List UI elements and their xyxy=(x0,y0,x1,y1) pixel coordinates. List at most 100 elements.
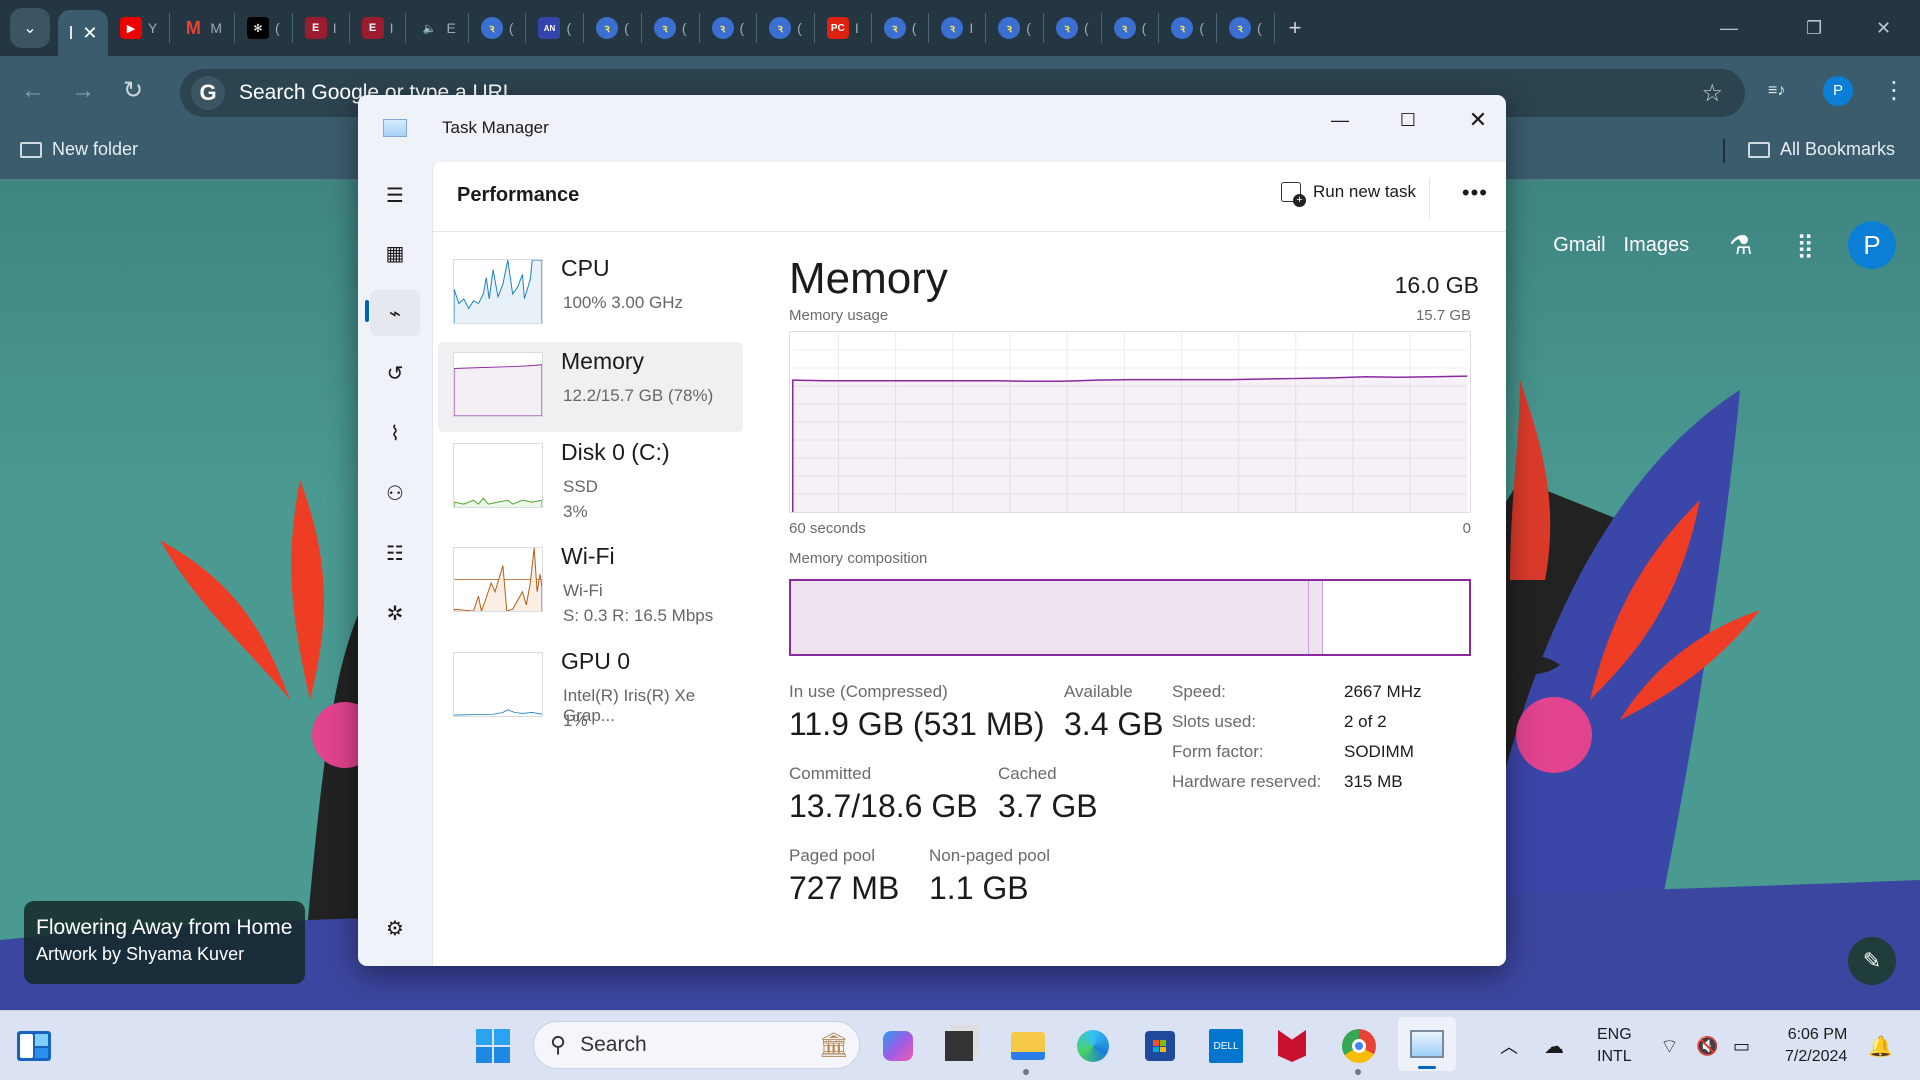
copilot-icon[interactable] xyxy=(876,1024,920,1068)
device-wifi[interactable]: Wi-Fi Wi-Fi S: 0.3 R: 16.5 Mbps xyxy=(438,537,743,627)
tab-title: ( xyxy=(911,20,917,36)
spec-form-factor-label: Form factor: xyxy=(1172,742,1264,761)
browser-tab[interactable]: ꝛ( xyxy=(584,13,642,43)
profile-avatar[interactable]: P xyxy=(1823,75,1853,106)
browser-tab[interactable]: ꝛ( xyxy=(872,13,930,43)
browser-tab[interactable]: EI xyxy=(293,13,350,43)
folder-icon xyxy=(1748,141,1770,158)
widgets-icon[interactable] xyxy=(12,1024,56,1068)
nav-app-history-icon[interactable]: ↺ xyxy=(370,350,420,396)
spec-hw-reserved-value: 315 MB xyxy=(1344,772,1403,791)
minimize-button[interactable]: — xyxy=(1305,95,1375,145)
task-manager-titlebar[interactable]: Task Manager — ☐ ✕ xyxy=(358,95,1506,162)
browser-restore-button[interactable]: ❐ xyxy=(1806,0,1822,56)
clock[interactable]: 6:06 PM 7/2/2024 xyxy=(1785,1011,1847,1080)
images-link[interactable]: Images xyxy=(1624,234,1690,257)
nav-processes-icon[interactable]: ▦ xyxy=(370,230,420,276)
maximize-button[interactable]: ☐ xyxy=(1373,95,1443,145)
spec-speed-label: Speed: xyxy=(1172,682,1226,701)
performance-page: Performance Run new task ••• CPU 100% 3.… xyxy=(432,162,1506,966)
browser-tab[interactable]: ✻( xyxy=(235,13,293,43)
browser-tab[interactable]: 🔈 E xyxy=(406,13,469,43)
new-tab-button[interactable]: + xyxy=(1289,15,1302,41)
battery-charging-icon[interactable]: ▭ xyxy=(1733,1011,1750,1080)
nav-performance-icon[interactable]: ⌁ xyxy=(370,290,420,336)
nav-startup-apps-icon[interactable]: ⌇ xyxy=(370,410,420,456)
device-memory[interactable]: Memory 12.2/15.7 GB (78%) xyxy=(438,342,743,432)
reload-button[interactable]: ↻ xyxy=(108,76,158,105)
browser-menu-icon[interactable]: ⋮ xyxy=(1882,56,1906,125)
browser-close-button[interactable]: ✕ xyxy=(1876,0,1891,56)
customize-chrome-button[interactable]: ✎ xyxy=(1848,937,1896,985)
forward-button[interactable]: → xyxy=(58,77,108,105)
taskbar-search[interactable]: ⚲ Search 🏛 xyxy=(533,1021,860,1069)
active-tab[interactable]: I ✕ xyxy=(58,10,108,56)
spec-slots-value: 2 of 2 xyxy=(1344,712,1387,731)
nav-users-icon[interactable]: ⚇ xyxy=(370,470,420,516)
anphat-icon: AN xyxy=(538,17,561,39)
gmail-link[interactable]: Gmail xyxy=(1553,234,1605,257)
browser-tab[interactable]: ꝛI xyxy=(929,13,987,43)
media-control-icon[interactable]: ≡♪ xyxy=(1768,56,1785,125)
ntp-profile-avatar[interactable]: P xyxy=(1848,221,1896,269)
more-options-icon[interactable]: ••• xyxy=(1462,180,1488,206)
browser-tab[interactable]: ꝛ( xyxy=(700,13,758,43)
show-hidden-icons-button[interactable]: ︿ xyxy=(1500,1011,1518,1080)
nav-details-icon[interactable]: ☷ xyxy=(370,530,420,576)
chrome-icon[interactable] xyxy=(1337,1024,1381,1068)
onedrive-icon[interactable]: ☁ xyxy=(1544,1011,1564,1080)
nav-services-icon[interactable]: ✲ xyxy=(370,590,420,636)
browser-tab[interactable]: ▶ Y xyxy=(108,13,171,43)
window-title: Task Manager xyxy=(442,118,549,137)
run-new-task-button[interactable]: Run new task xyxy=(1281,182,1416,207)
browser-tab[interactable]: ꝛ( xyxy=(642,13,700,43)
active-app-indicator xyxy=(1418,1066,1436,1069)
committed-label: Committed xyxy=(789,764,872,783)
dell-icon[interactable]: DELL xyxy=(1204,1024,1248,1068)
tab-title: ( xyxy=(275,20,280,36)
back-button[interactable]: ← xyxy=(8,77,58,105)
close-tab-icon[interactable]: ✕ xyxy=(82,23,97,44)
browser-tab[interactable]: ꝛ( xyxy=(1159,13,1217,43)
browser-tab[interactable]: ꝛ( xyxy=(1217,13,1275,43)
tab-title: I xyxy=(68,22,74,43)
device-cpu[interactable]: CPU 100% 3.00 GHz xyxy=(438,249,743,339)
device-disk[interactable]: Disk 0 (C:) SSD 3% xyxy=(438,433,743,523)
input-language-indicator[interactable]: ENG INTL xyxy=(1597,1011,1632,1080)
memory-heading: Memory xyxy=(789,254,948,303)
bookmark-star-icon[interactable]: ☆ xyxy=(1701,79,1723,108)
browser-tab[interactable]: PC I xyxy=(815,13,872,43)
hamburger-menu-icon[interactable]: ☰ xyxy=(370,172,420,218)
nav-selection-indicator xyxy=(365,300,369,322)
artwork-credit[interactable]: Flowering Away from Home Artwork by Shya… xyxy=(24,901,305,984)
browser-tab[interactable]: ꝛ( xyxy=(1102,13,1160,43)
app-icon-gray[interactable] xyxy=(937,1024,981,1068)
browser-tab[interactable]: AN ( xyxy=(526,13,585,43)
task-manager-taskbar-icon[interactable] xyxy=(1398,1017,1456,1071)
browser-minimize-button[interactable]: — xyxy=(1720,0,1738,56)
browser-tab[interactable]: ꝛ( xyxy=(469,13,527,43)
bookmark-new-folder[interactable]: New folder xyxy=(20,139,138,160)
browser-tab[interactable]: ꝛ( xyxy=(1044,13,1102,43)
device-gpu[interactable]: GPU 0 Intel(R) Iris(R) Xe Grap... 1% xyxy=(438,642,743,732)
browser-tab[interactable]: EI xyxy=(350,13,407,43)
tab-search-button[interactable]: ⌄ xyxy=(10,8,50,48)
file-explorer-icon[interactable] xyxy=(1006,1024,1050,1068)
browser-tab[interactable]: ꝛ( xyxy=(757,13,815,43)
close-button[interactable]: ✕ xyxy=(1443,95,1506,145)
wifi-icon[interactable]: ⌔ xyxy=(1660,1011,1679,1080)
edge-icon[interactable] xyxy=(1071,1024,1115,1068)
gpu-sparkline-line xyxy=(454,709,542,716)
microsoft-store-icon[interactable] xyxy=(1138,1024,1182,1068)
nav-settings-icon[interactable]: ⚙ xyxy=(370,905,420,951)
labs-flask-icon[interactable]: ⚗ xyxy=(1729,230,1752,261)
start-button[interactable] xyxy=(471,1024,515,1068)
notification-bell-icon[interactable]: 🔔 xyxy=(1868,1011,1893,1080)
mcafee-icon[interactable] xyxy=(1270,1024,1314,1068)
device-detail-2: 3% xyxy=(563,502,588,521)
volume-muted-icon[interactable]: 🔇 xyxy=(1696,1011,1718,1080)
apps-grid-icon[interactable]: ⣿ xyxy=(1796,231,1814,260)
browser-tab[interactable]: MM xyxy=(170,13,236,43)
browser-tab[interactable]: ꝛ( xyxy=(986,13,1044,43)
bookmark-all-bookmarks[interactable]: All Bookmarks xyxy=(1748,139,1895,160)
